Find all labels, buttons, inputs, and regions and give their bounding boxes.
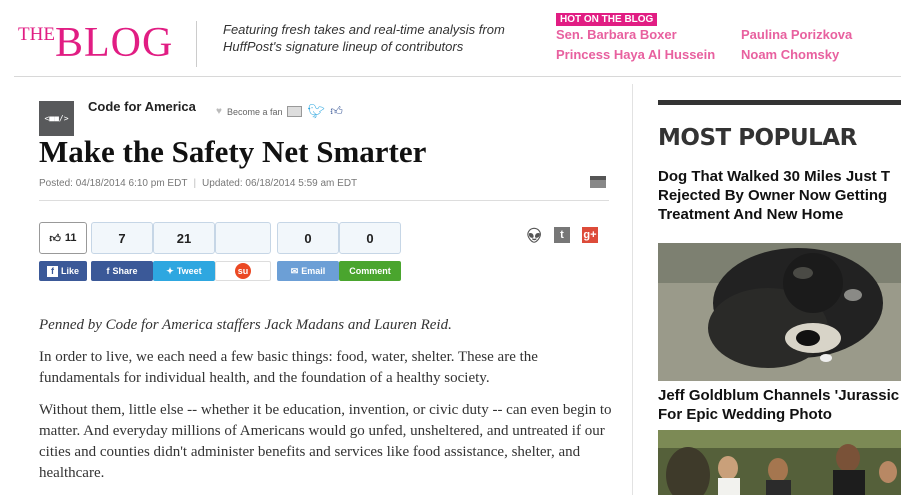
hot-label: HOT ON THE BLOG [556,13,658,26]
article-paragraph: Without them, little else -- whether it … [39,402,612,481]
stumble-count [215,222,271,254]
hot-link[interactable]: Princess Haya Al Hussein [556,47,715,62]
dog-photo[interactable] [658,243,901,381]
like-count: 11 [64,232,77,244]
tweet-count: 21 [153,222,215,254]
article-body: Penned by Code for America staffers Jack… [39,315,614,495]
sidebar-second: Jeff Goldblum Channels 'Jurassic For Epi… [658,386,901,424]
share-count: 7 [91,222,153,254]
share-stumbleupon: su [215,222,271,281]
blog-tagline: Featuring fresh takes and real-time anal… [196,21,506,67]
sidebar-rule [658,100,901,105]
thumbs-up-icon[interactable]: 👍︎ [330,104,343,119]
facebook-share-button[interactable]: f Share [91,261,153,281]
share-like: 👍︎ 11 f Like [39,222,87,281]
wedding-photo[interactable] [658,430,901,495]
reddit-icon[interactable]: 👽︎ [525,227,543,243]
facebook-like-button[interactable]: f Like [39,261,87,281]
twitter-icon: ✦ [166,265,174,276]
email-icon[interactable] [287,106,303,117]
most-popular-heading: MOST POPULAR [658,125,857,151]
print-icon[interactable] [590,176,606,188]
hot-link[interactable]: Sen. Barbara Boxer [556,27,677,42]
author-name[interactable]: Code for America [88,99,196,114]
hot-link[interactable]: Paulina Porizkova [741,27,852,42]
share-facebook: 7 f Share [91,222,153,281]
like-count-box: 👍︎ 11 [39,222,87,254]
comment-label: Comment [349,266,391,276]
article-dates: Posted: 04/18/2014 6:10 pm EDT | Updated: … [39,178,357,189]
share-comment: 0 Comment [339,222,401,281]
meta-separator: | [193,178,197,189]
author-avatar[interactable]: <■■/> [39,101,74,136]
stumbleupon-button[interactable]: su [215,261,271,281]
posted-date: Posted: 04/18/2014 6:10 pm EDT [39,178,188,189]
article-paragraph: Penned by Code for America staffers Jack… [39,317,452,333]
stumbleupon-icon: su [235,263,251,279]
logo-blog: BLOG [54,20,174,66]
become-fan-link[interactable]: Become a fan [227,107,283,117]
fan-bar: ♥ Become a fan 🐦︎ 👍︎ [216,103,343,120]
updated-date: Updated: 06/18/2014 5:59 am EDT [202,178,358,189]
wedding-photo-graphic [658,430,901,495]
email-icon: ✉ [290,265,299,276]
extra-share-icons: 👽︎ t g+ [525,227,598,243]
column-divider [632,84,633,495]
article-paragraph: In order to live, we each need a few bas… [39,349,538,386]
email-button[interactable]: ✉ Email [277,261,339,281]
popular-story-title[interactable]: Jeff Goldblum Channels 'Jurassic For Epi… [658,386,901,424]
comment-count: 0 [339,222,401,254]
like-label: Like [60,266,79,276]
blog-header: THEBLOG Featuring fresh takes and real-t… [14,7,901,77]
tweet-label: Tweet [176,266,202,276]
share-email: 0 ✉ Email [277,222,339,281]
email-count: 0 [277,222,339,254]
sidebar: MOST POPULAR Dog That Walked 30 Miles Ju… [658,100,901,224]
facebook-icon: f [46,265,58,277]
divider [39,200,609,201]
comment-button[interactable]: Comment [339,261,401,281]
dog-photo-graphic [658,243,901,381]
blog-logo[interactable]: THEBLOG [18,19,173,67]
top-strip [0,0,901,6]
tumblr-icon[interactable]: t [554,227,570,243]
google-plus-icon[interactable]: g+ [582,227,598,243]
share-label: Share [112,266,138,276]
tweet-button[interactable]: ✦ Tweet [153,261,215,281]
heart-icon: ♥ [216,106,222,117]
thumbs-up-icon: 👍︎ [49,232,61,245]
hot-on-the-blog: HOT ON THE BLOG Sen. Barbara Boxer Pauli… [556,9,852,62]
twitter-icon[interactable]: 🐦︎ [307,103,325,120]
email-label: Email [301,266,326,276]
share-twitter: 21 ✦ Tweet [153,222,215,281]
popular-story-title[interactable]: Dog That Walked 30 Miles Just T Rejected… [658,167,901,224]
article-title: Make the Safety Net Smarter [39,134,427,169]
facebook-icon: f [106,266,110,276]
logo-the: THE [18,24,55,45]
hot-link[interactable]: Noam Chomsky [741,47,839,62]
